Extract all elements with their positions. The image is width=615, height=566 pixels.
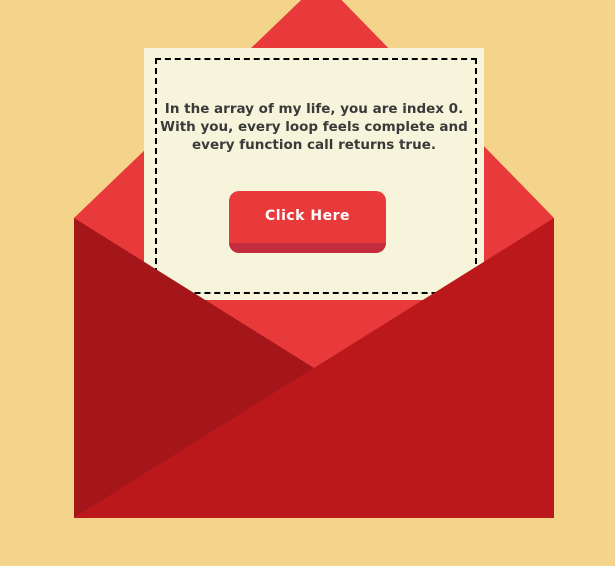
click-here-button-label: Click Here xyxy=(265,208,350,224)
love-letter-scene: In the array of my life, you are index 0… xyxy=(0,0,615,566)
letter-text-area: In the array of my life, you are index 0… xyxy=(144,48,484,208)
click-here-button[interactable]: Click Here xyxy=(229,191,386,253)
letter-message: In the array of my life, you are index 0… xyxy=(160,101,468,153)
